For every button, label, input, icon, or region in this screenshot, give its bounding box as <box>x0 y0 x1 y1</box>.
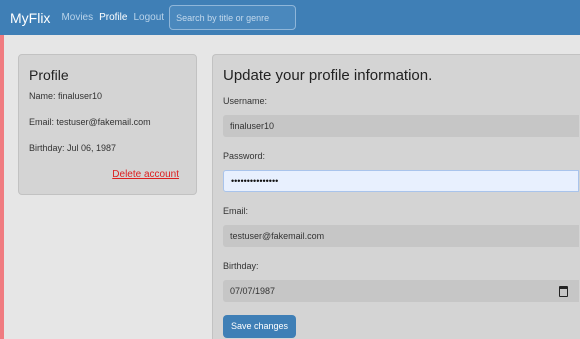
password-field[interactable]: ••••••••••••••• <box>223 170 579 192</box>
birthday-value: 07/07/1987 <box>230 286 276 296</box>
brand-logo[interactable]: MyFlix <box>10 10 50 26</box>
email-value: testuser@fakemail.com <box>230 231 325 241</box>
password-label: Password: <box>223 151 266 161</box>
calendar-icon[interactable] <box>559 286 568 297</box>
nav-link-logout[interactable]: Logout <box>133 12 164 23</box>
navbar: MyFlix Movies Profile Logout <box>0 0 580 35</box>
username-field[interactable]: finaluser10 <box>223 115 579 137</box>
profile-name: Name: finaluser10 <box>29 91 103 101</box>
profile-email: Email: testuser@fakemail.com <box>29 117 151 127</box>
delete-account-link[interactable]: Delete account <box>112 169 179 180</box>
search-input[interactable] <box>169 5 297 30</box>
email-field[interactable]: testuser@fakemail.com <box>223 225 579 247</box>
profile-card: Profile Name: finaluser10 Email: testuse… <box>18 54 197 195</box>
nav-link-profile[interactable]: Profile <box>99 12 127 23</box>
profile-birthday: Birthday: Jul 06, 1987 <box>29 143 117 153</box>
password-value: ••••••••••••••• <box>231 176 279 186</box>
accent-strip <box>0 35 4 339</box>
form-title: Update your profile information. <box>223 67 433 84</box>
birthday-field[interactable]: 07/07/1987 <box>223 280 579 302</box>
profile-title: Profile <box>29 67 69 83</box>
birthday-label: Birthday: <box>223 261 259 271</box>
username-value: finaluser10 <box>230 121 275 131</box>
update-profile-form: Update your profile information. Usernam… <box>212 54 580 339</box>
save-changes-button[interactable]: Save changes <box>223 315 297 338</box>
nav-link-movies[interactable]: Movies <box>61 12 93 23</box>
email-label: Email: <box>223 206 249 216</box>
username-label: Username: <box>223 96 268 106</box>
